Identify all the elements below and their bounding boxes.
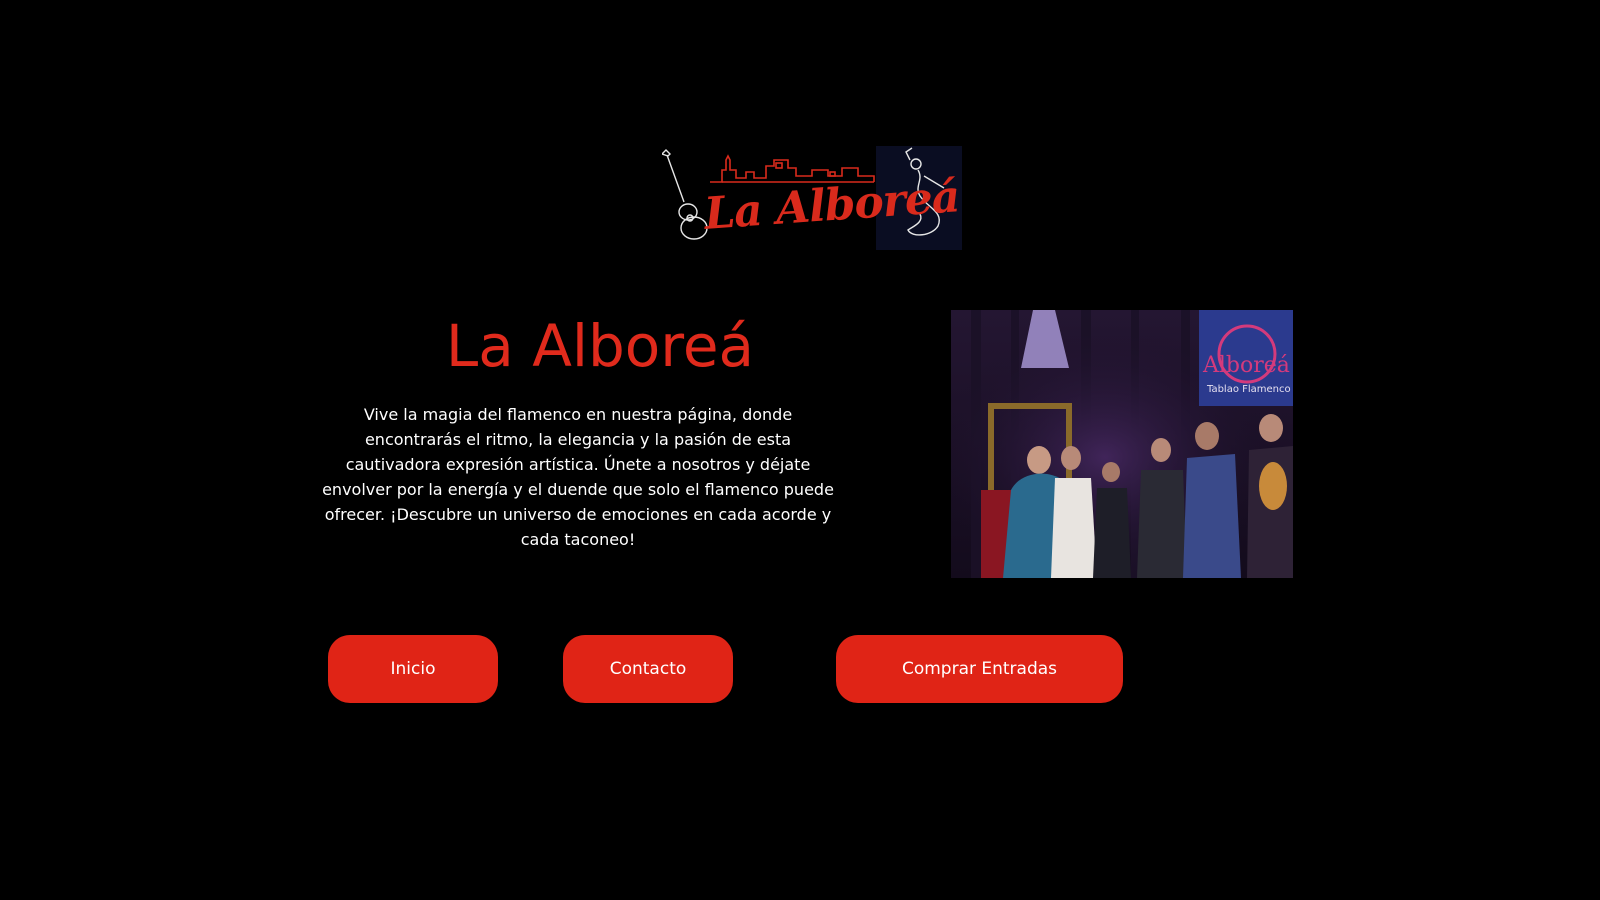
contacto-button[interactable]: Contacto (563, 635, 733, 703)
photo-sign-subtext: Tablao Flamenco (1206, 384, 1291, 395)
photo-sign-text: Alboreá (1202, 353, 1290, 378)
page: La Alboreá La Alboreá Vive la magia del … (0, 0, 1600, 900)
flamenco-show-photo: Alboreá Tablao Flamenco (951, 310, 1293, 578)
flamenco-stage-image: Alboreá Tablao Flamenco (951, 310, 1293, 578)
site-logo[interactable]: La Alboreá (662, 146, 962, 250)
inicio-button[interactable]: Inicio (328, 635, 498, 703)
page-title: La Alboreá (445, 312, 755, 380)
hero-description: Vive la magia del flamenco en nuestra pá… (322, 405, 834, 549)
comprar-entradas-button[interactable]: Comprar Entradas (836, 635, 1123, 703)
